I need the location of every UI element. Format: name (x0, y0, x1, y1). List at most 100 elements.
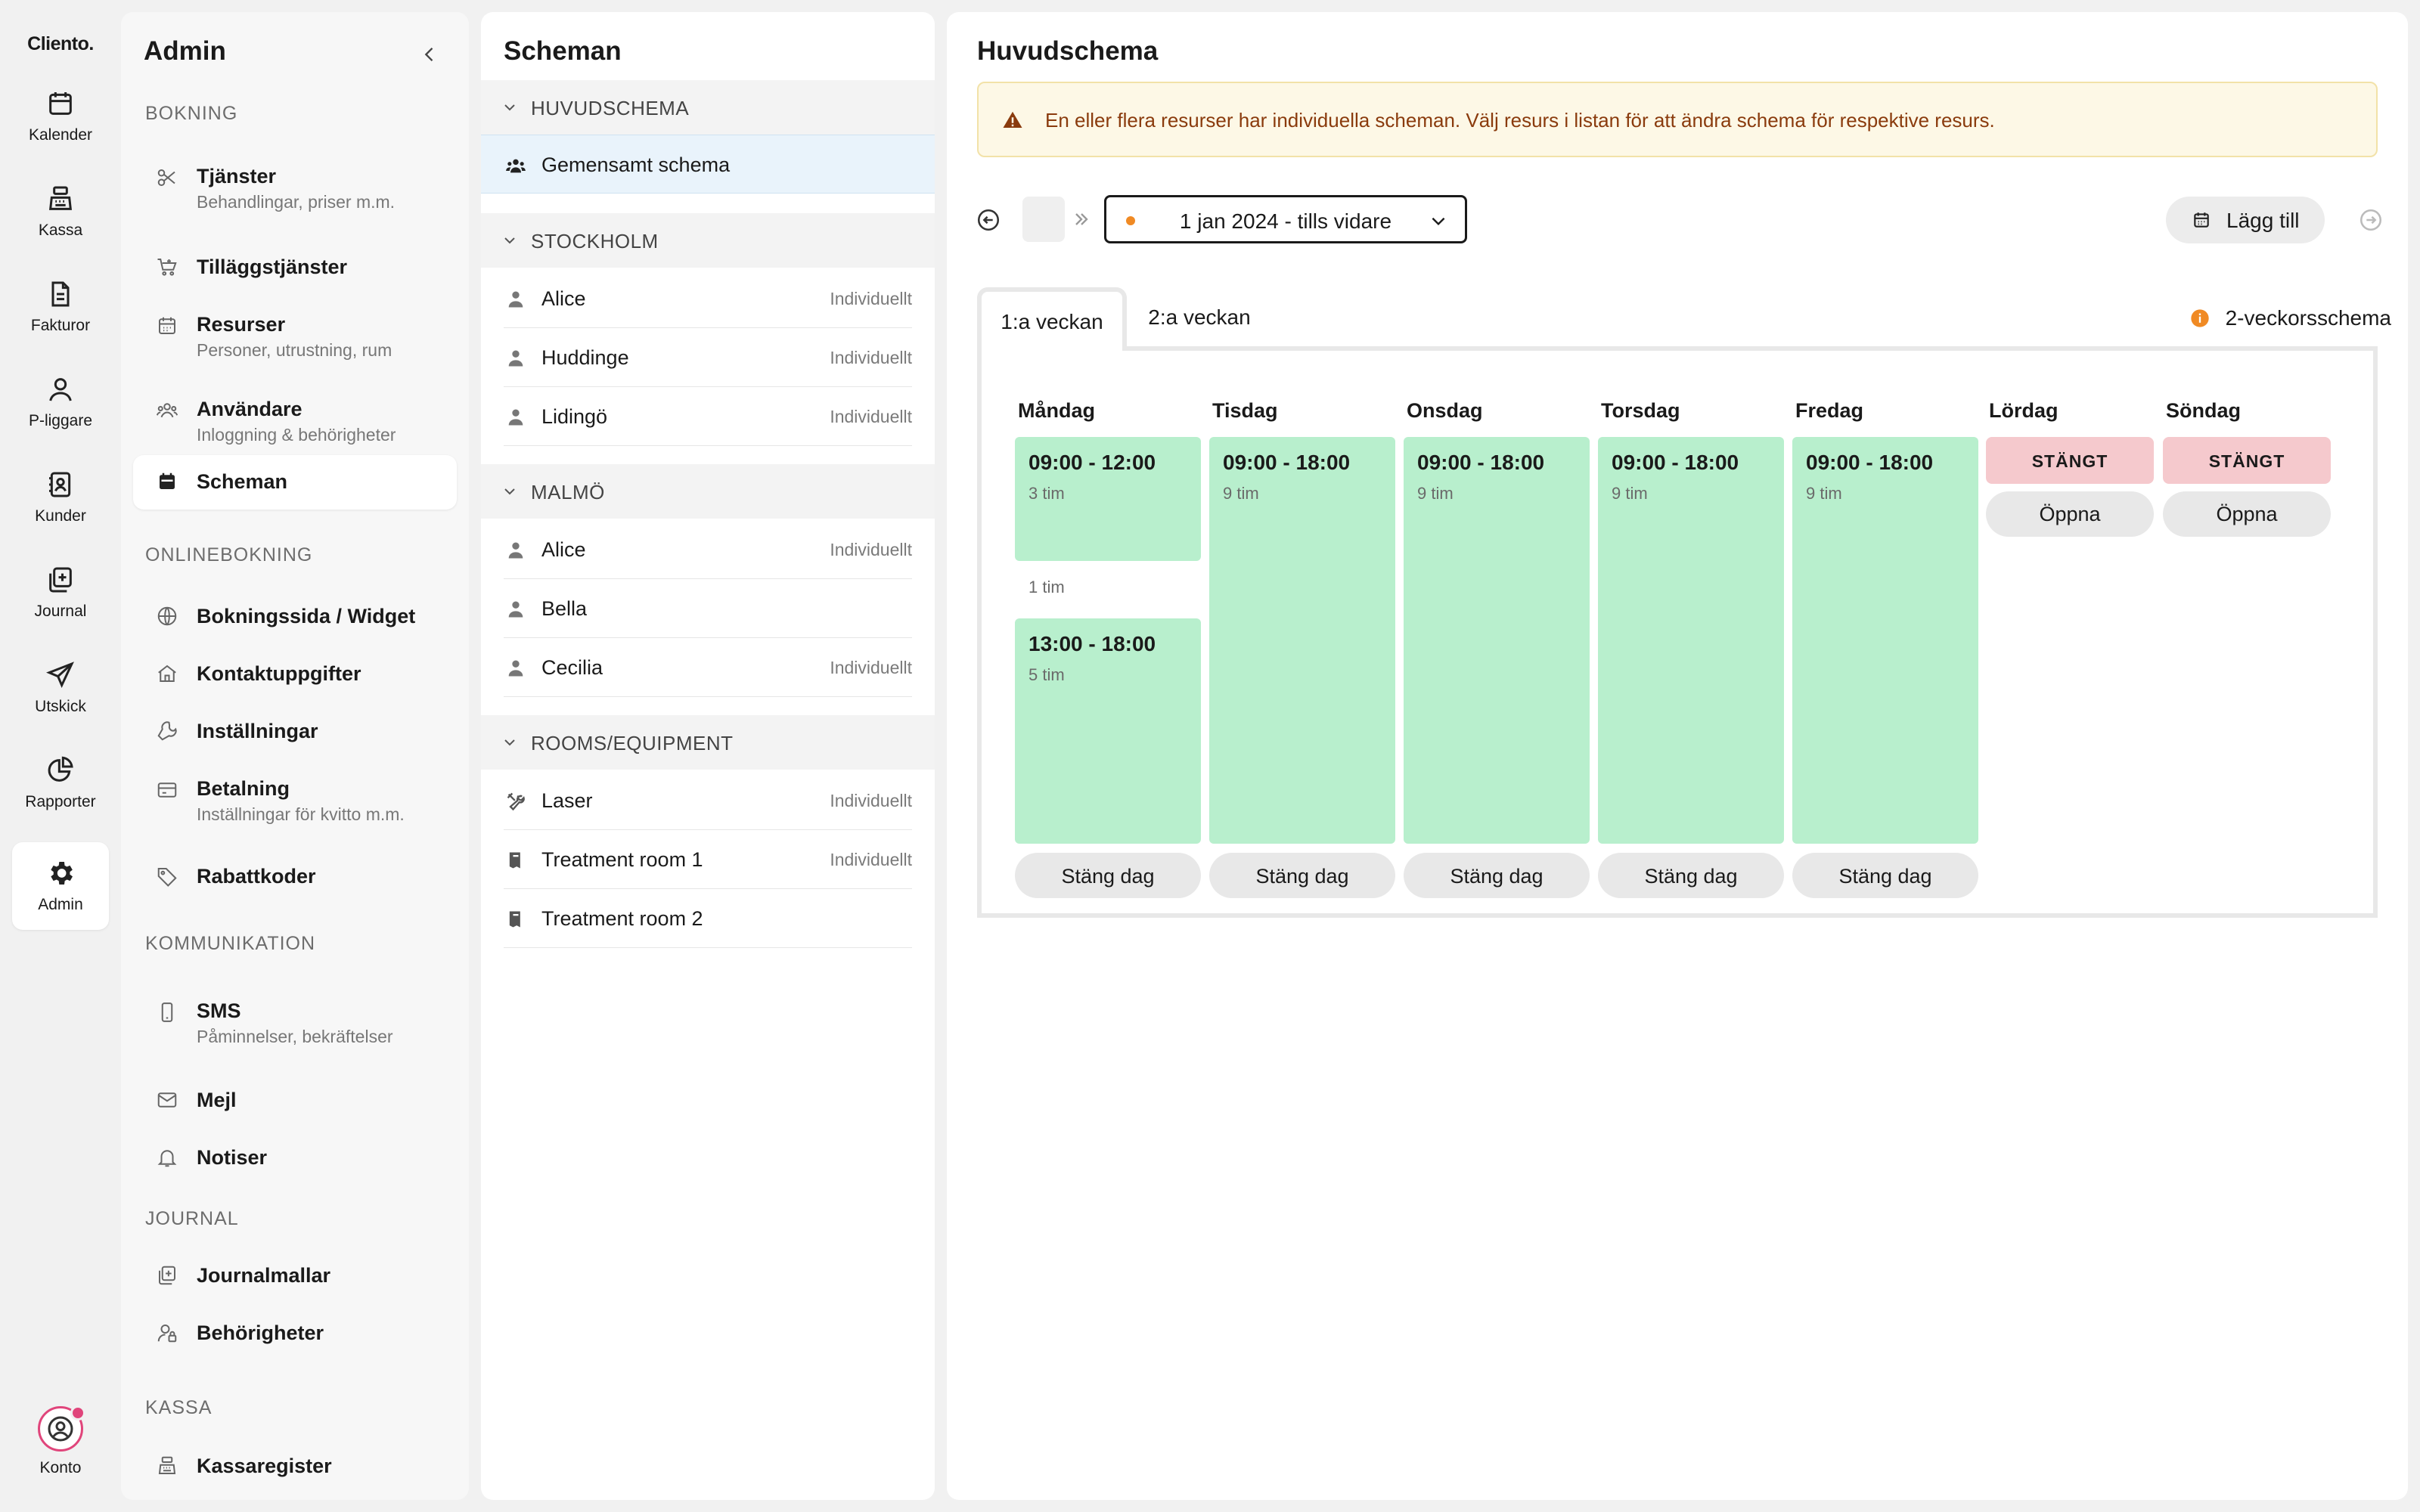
app-rail: Cliento. Kalender Kassa Fakturor P-ligga… (0, 0, 121, 1512)
close-day-button[interactable]: Stäng dag (1015, 853, 1201, 898)
nav-item-betalning[interactable]: Betalning Inställningar för kvitto m.m. (133, 765, 457, 838)
schedule-grid: Måndag 09:00 - 12:00 3 tim 1 tim 13:00 -… (977, 346, 2378, 918)
row-label: Huddinge (541, 346, 629, 369)
row-label: Alice (541, 287, 586, 310)
group-header-malmo[interactable]: MALMÖ (481, 464, 935, 519)
nav-item-notiser[interactable]: Notiser (133, 1134, 457, 1181)
alert-text: En eller flera resurser har individuella… (1045, 109, 1995, 132)
back-button[interactable] (976, 207, 1001, 233)
cash-register-icon (45, 184, 76, 214)
time-slot[interactable]: 09:00 - 18:00 9 tim (1792, 437, 1978, 844)
schedule-row[interactable]: Laser Individuellt (481, 771, 935, 830)
biweekly-schedule-toggle[interactable]: 2-veckorsschema (2189, 305, 2391, 331)
tab-week-1[interactable]: 1:a veckan (977, 287, 1127, 351)
group-header-rooms-equipment[interactable]: ROOMS/EQUIPMENT (481, 715, 935, 770)
nav-item-sms[interactable]: SMS Påminnelser, bekräftelser (133, 989, 457, 1061)
group-header-huvudschema[interactable]: HUVUDSCHEMA (481, 80, 935, 135)
nav-item-anvandare[interactable]: Användare Inloggning & behörigheter (133, 389, 457, 461)
open-day-button[interactable]: Öppna (1986, 491, 2154, 537)
close-day-button[interactable]: Stäng dag (1209, 853, 1395, 898)
day-name: Söndag (2166, 399, 2241, 422)
nav-item-installningar[interactable]: Inställningar (133, 708, 457, 754)
double-chevron-right-icon[interactable] (1071, 209, 1092, 230)
warning-alert: En eller flera resurser har individuella… (977, 82, 2378, 157)
nav-item-kontaktuppgifter[interactable]: Kontaktuppgifter (133, 650, 457, 697)
person-icon (505, 348, 526, 369)
nav-label: Bokningssida / Widget (197, 605, 416, 627)
rail-item-kalender[interactable]: Kalender (12, 73, 109, 160)
closed-badge: STÄNGT (1986, 437, 2154, 484)
close-day-button[interactable]: Stäng dag (1598, 853, 1784, 898)
slot-time: 09:00 - 18:00 (1417, 451, 1545, 474)
room-icon (505, 850, 526, 871)
schedule-row[interactable]: Treatment room 1 Individuellt (481, 830, 935, 889)
nav-item-bokningssida[interactable]: Bokningssida / Widget (133, 593, 457, 640)
nav-item-rabattkoder[interactable]: Rabattkoder (133, 853, 457, 900)
section-onlinebokning: ONLINEBOKNING (145, 544, 313, 565)
forward-button[interactable] (2358, 207, 2384, 233)
time-slot[interactable]: 09:00 - 18:00 9 tim (1209, 437, 1395, 844)
avatar (38, 1405, 85, 1452)
group-header-stockholm[interactable]: STOCKHOLM (481, 213, 935, 268)
account-button[interactable]: Konto (12, 1405, 109, 1477)
rail-item-fakturor[interactable]: Fakturor (12, 263, 109, 351)
schedule-row[interactable]: Treatment room 2 (481, 889, 935, 948)
time-slot[interactable]: 13:00 - 18:00 5 tim (1015, 618, 1201, 844)
close-day-button[interactable]: Stäng dag (1404, 853, 1590, 898)
time-slot[interactable]: 09:00 - 12:00 3 tim (1015, 437, 1201, 561)
add-button[interactable]: Lägg till (2166, 197, 2325, 243)
nav-sublabel: Inloggning & behörigheter (197, 425, 396, 445)
nav-item-tillaggstjanster[interactable]: Tilläggstjänster (133, 246, 457, 289)
rail-item-utskick[interactable]: Utskick (12, 644, 109, 732)
rail-item-admin[interactable]: Admin (12, 842, 109, 930)
nav-item-mejl[interactable]: Mejl (133, 1077, 457, 1123)
nav-item-resurser[interactable]: Resurser Personer, utrustning, rum (133, 304, 457, 376)
nav-item-tjanster[interactable]: Tjänster Behandlingar, priser m.m. (133, 153, 457, 225)
schedule-row[interactable]: Alice Individuellt (481, 520, 935, 579)
schedule-row-gemensamt[interactable]: Gemensamt schema (481, 135, 935, 194)
row-label: Laser (541, 789, 593, 812)
open-day-button[interactable]: Öppna (2163, 491, 2331, 537)
close-day-button[interactable]: Stäng dag (1792, 853, 1978, 898)
collapse-button[interactable] (416, 41, 443, 68)
rail-item-journal[interactable]: Journal (12, 549, 109, 637)
schedule-row[interactable]: Alice Individuellt (481, 269, 935, 328)
nav-item-journalmallar[interactable]: Journalmallar (133, 1252, 457, 1299)
send-icon (45, 660, 76, 690)
schedule-row[interactable]: Lidingö Individuellt (481, 387, 935, 446)
nav-item-behorigheter[interactable]: Behörigheter (133, 1309, 457, 1356)
rail-item-kassa[interactable]: Kassa (12, 168, 109, 256)
slot-time: 13:00 - 18:00 (1028, 632, 1156, 655)
nav-sublabel: Personer, utrustning, rum (197, 340, 392, 360)
previous-period-button[interactable] (1022, 197, 1065, 242)
time-slot[interactable]: 09:00 - 18:00 9 tim (1598, 437, 1784, 844)
person-icon (505, 289, 526, 310)
slot-duration: 9 tim (1223, 484, 1259, 503)
grid-calendar-icon (156, 314, 178, 337)
calendar-icon (45, 88, 76, 119)
rail-item-rapporter[interactable]: Rapporter (12, 739, 109, 827)
schedule-row[interactable]: Huddinge Individuellt (481, 328, 935, 387)
scheman-panel: Scheman HUVUDSCHEMA Gemensamt schema STO… (481, 12, 935, 1500)
rail-item-p-liggare[interactable]: P-liggare (12, 358, 109, 446)
gear-icon (45, 858, 76, 888)
tools-icon (505, 791, 526, 812)
phone-icon (156, 1001, 178, 1024)
rail-item-kunder[interactable]: Kunder (12, 454, 109, 541)
time-slot[interactable]: 09:00 - 18:00 9 tim (1404, 437, 1590, 844)
tab-week-2[interactable]: 2:a veckan (1131, 287, 1267, 351)
biweekly-label: 2-veckorsschema (2225, 306, 2391, 330)
page-title: Huvudschema (977, 36, 1159, 66)
date-range-select[interactable]: 1 jan 2024 - tills vidare (1104, 195, 1467, 243)
schedule-row[interactable]: Cecilia Individuellt (481, 638, 935, 697)
admin-panel: Admin BOKNING Tjänster Behandlingar, pri… (121, 12, 469, 1500)
day-name: Fredag (1795, 399, 1864, 422)
nav-item-scheman[interactable]: Scheman (133, 455, 457, 510)
group-label: MALMÖ (531, 481, 605, 503)
row-label: Treatment room 2 (541, 907, 703, 930)
schedule-row[interactable]: Bella (481, 579, 935, 638)
divider (504, 445, 912, 446)
section-kommunikation: KOMMUNIKATION (145, 933, 316, 954)
nav-item-kassaregister[interactable]: Kassaregister (133, 1442, 457, 1489)
slot-duration: 9 tim (1612, 484, 1648, 503)
